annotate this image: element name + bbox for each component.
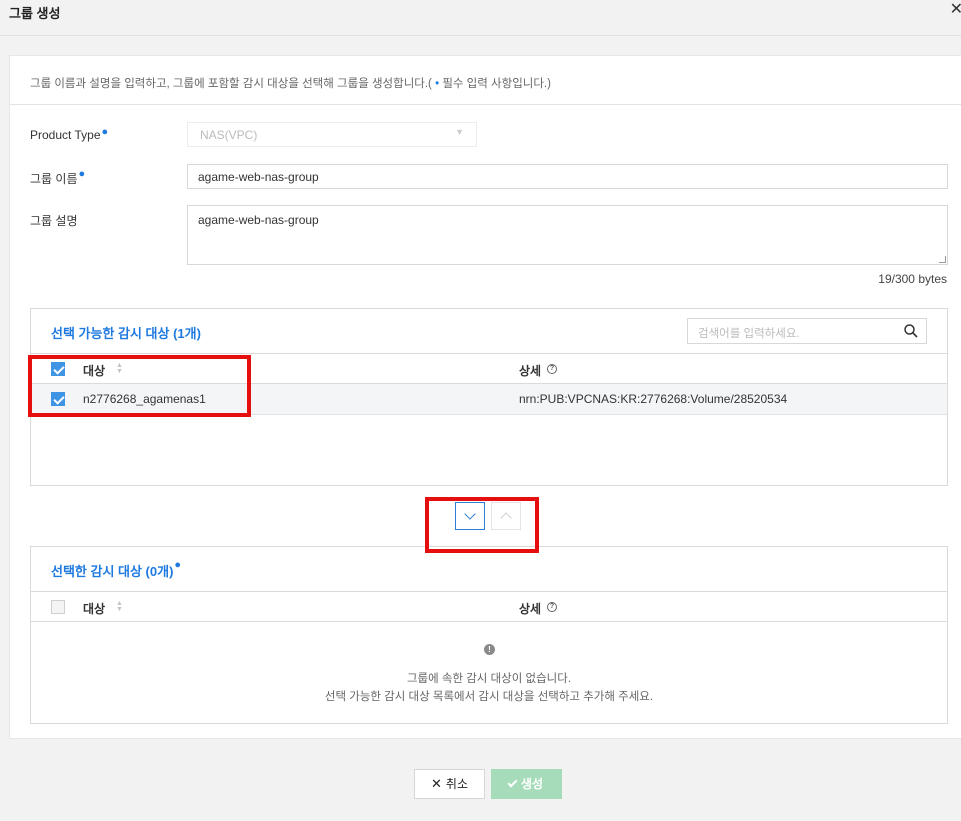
available-targets-title: 선택 가능한 감시 대상 (1개): [51, 326, 201, 341]
group-name-label-text: 그룹 이름: [30, 172, 78, 186]
dialog-header: 그룹 생성 ✕: [0, 0, 961, 36]
create-button[interactable]: 생성: [491, 769, 562, 799]
selected-targets-title-text: 선택한 감시 대상 (0개): [51, 564, 174, 579]
required-dot-icon: ●: [78, 168, 86, 180]
available-targets-panel: 선택 가능한 감시 대상 (1개) 검색어를 입력하세요. 대상 ▲ ▼ 상세 ?…: [30, 308, 948, 486]
remove-from-selected-button[interactable]: [491, 502, 521, 530]
required-dot-icon: ●: [174, 559, 182, 571]
sort-icon[interactable]: ▲ ▼: [116, 362, 123, 375]
empty-hint: 선택 가능한 감시 대상 목록에서 감시 대상을 선택하고 추가해 주세요.: [324, 691, 654, 703]
selected-targets-title: 선택한 감시 대상 (0개)●: [51, 559, 182, 580]
selected-targets-panel: 선택한 감시 대상 (0개)● 대상 ▲ ▼ 상세 ? ! 그룹에 속한 감시 대…: [30, 546, 948, 724]
col-target-header[interactable]: 대상: [83, 600, 105, 617]
caret-down-icon: ▼: [455, 127, 464, 137]
available-table-header: 대상 ▲ ▼ 상세 ?: [31, 353, 947, 384]
row-target-detail: nrn:PUB:VPCNAS:KR:2776268:Volume/2852053…: [519, 392, 788, 406]
byte-counter: 19/300 bytes: [878, 272, 947, 286]
dialog-title: 그룹 생성: [9, 6, 61, 21]
col-target-header[interactable]: 대상: [83, 362, 105, 379]
select-all-checkbox[interactable]: [51, 362, 65, 376]
col-detail-header: 상세: [519, 364, 542, 378]
info-icon: !: [484, 644, 495, 655]
group-desc-value: agame-web-nas-group: [198, 213, 319, 227]
selected-table-header: 대상 ▲ ▼ 상세 ?: [31, 591, 947, 622]
cancel-button[interactable]: ✕ 취소: [414, 769, 485, 799]
help-icon[interactable]: ?: [547, 364, 557, 374]
resize-grip-icon[interactable]: [939, 256, 946, 263]
chevron-up-icon: [500, 512, 512, 524]
select-all-checkbox[interactable]: [51, 600, 65, 614]
required-dot-icon: •: [435, 78, 440, 90]
group-desc-textarea[interactable]: agame-web-nas-group: [187, 205, 948, 265]
row-target-name: n2776268_agamenas1: [83, 392, 206, 406]
description-required-text: 필수 입력 사항입니다.): [442, 78, 551, 90]
required-dot-icon: ●: [101, 126, 109, 138]
dialog-body: 그룹 이름과 설명을 입력하고, 그룹에 포함할 감시 대상을 선택해 그룹을 …: [9, 55, 961, 739]
empty-message: 그룹에 속한 감시 대상이 없습니다.: [406, 673, 572, 685]
cancel-label: 취소: [445, 777, 468, 791]
add-to-selected-button[interactable]: [455, 502, 485, 530]
search-icon[interactable]: [903, 323, 919, 339]
dialog-description: 그룹 이름과 설명을 입력하고, 그룹에 포함할 감시 대상을 선택해 그룹을 …: [30, 75, 551, 91]
close-icon[interactable]: ✕: [950, 2, 961, 18]
table-row[interactable]: n2776268_agamenas1 nrn:PUB:VPCNAS:KR:277…: [31, 384, 947, 415]
group-name-input[interactable]: agame-web-nas-group: [187, 164, 948, 189]
divider: [10, 104, 961, 105]
row-checkbox[interactable]: [51, 392, 65, 406]
product-type-label: Product Type●: [30, 126, 109, 142]
group-desc-label: 그룹 설명: [30, 214, 78, 228]
close-icon: ✕: [431, 776, 442, 791]
col-detail-header: 상세: [519, 602, 542, 616]
check-icon: [507, 777, 518, 788]
help-icon[interactable]: ?: [547, 602, 557, 612]
product-type-select: NAS(VPC) ▼: [187, 122, 477, 147]
product-type-value: NAS(VPC): [200, 128, 258, 142]
target-search-input[interactable]: 검색어를 입력하세요.: [687, 318, 927, 344]
create-label: 생성: [520, 777, 544, 791]
sort-icon[interactable]: ▲ ▼: [116, 600, 123, 613]
chevron-down-icon: [464, 508, 476, 520]
description-text: 그룹 이름과 설명을 입력하고, 그룹에 포함할 감시 대상을 선택해 그룹을 …: [30, 78, 432, 90]
group-name-label: 그룹 이름●: [30, 168, 86, 187]
product-type-label-text: Product Type: [30, 128, 101, 142]
search-placeholder: 검색어를 입력하세요.: [698, 328, 800, 340]
